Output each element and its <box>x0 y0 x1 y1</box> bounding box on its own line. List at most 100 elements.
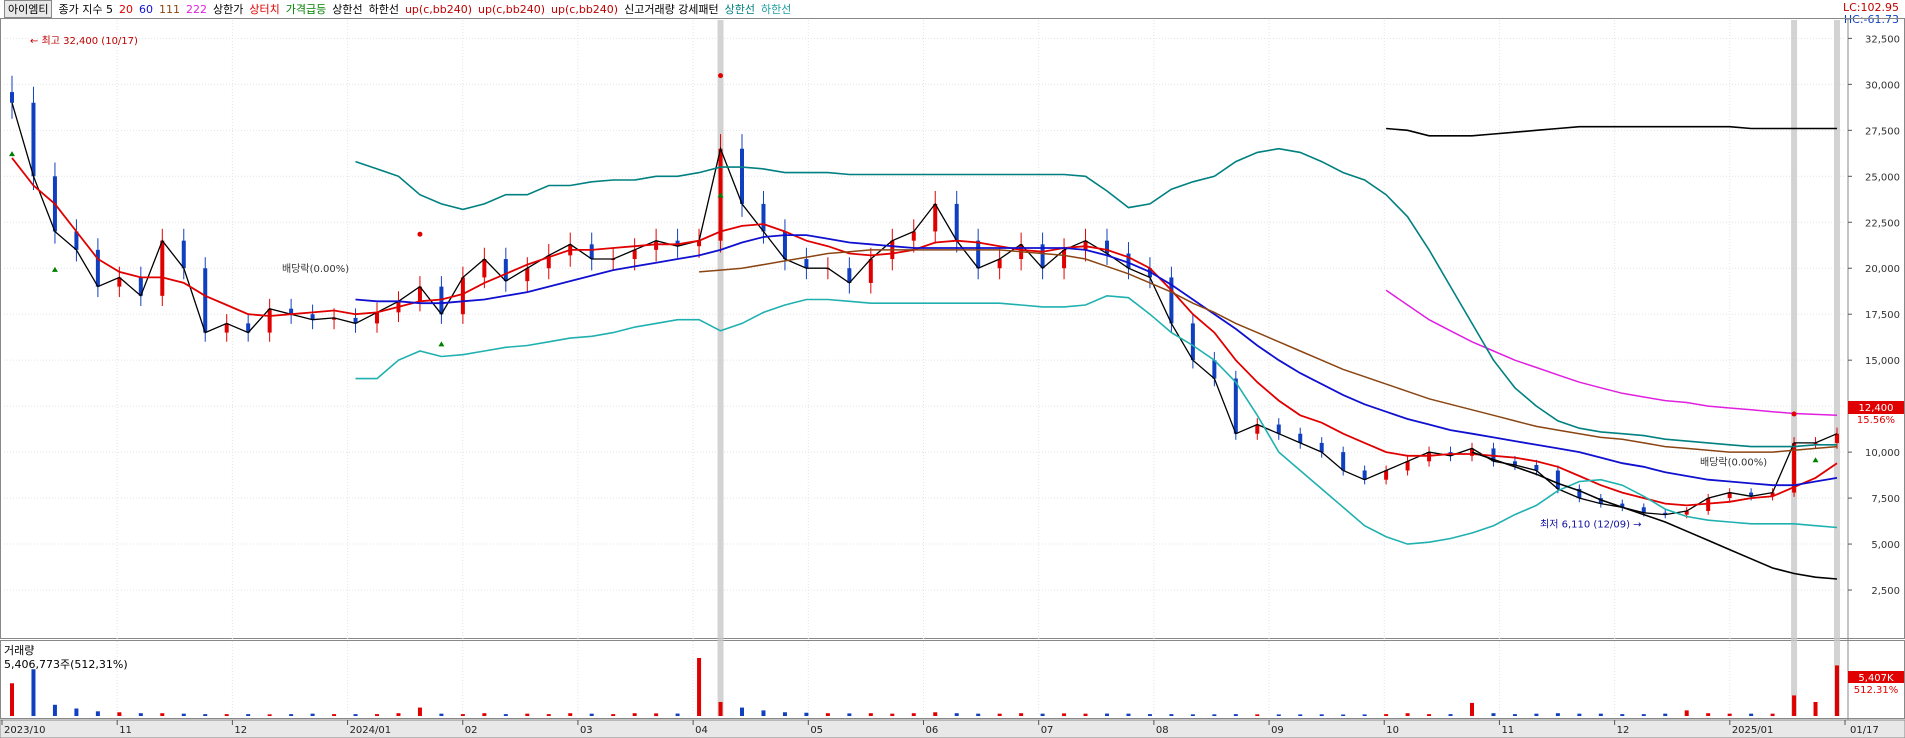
volume-bar <box>1362 714 1367 716</box>
upper-touch-marker <box>417 231 423 237</box>
volume-bar <box>1727 713 1732 716</box>
volume-bar <box>353 714 358 716</box>
price-tick-label: 32,500 <box>1865 34 1900 45</box>
low-annotation: 최저 6,110 (12/09) → <box>1540 519 1642 531</box>
candle-body <box>503 259 508 282</box>
date-tick-label: 05 <box>810 725 823 736</box>
volume-pane-frame <box>0 640 1905 719</box>
price-tick-label: 22,500 <box>1865 218 1900 229</box>
volume-bar <box>1341 714 1346 716</box>
price-tick-label: 5,000 <box>1871 540 1900 551</box>
candle-body <box>31 102 36 177</box>
series-line-0 <box>11 102 1838 516</box>
candle-body <box>95 249 100 287</box>
event-highlight-bar <box>717 20 724 716</box>
volume-bar <box>1405 713 1410 716</box>
volume-bar <box>954 713 959 716</box>
date-tick-label: 07 <box>1041 725 1054 736</box>
candle-body <box>224 323 229 333</box>
volume-bar <box>1105 713 1109 716</box>
candle-body <box>1212 360 1217 379</box>
candle-body <box>976 240 981 269</box>
volume-bar <box>1298 714 1303 716</box>
date-tick-label: 06 <box>926 725 939 736</box>
event-highlight-bar <box>1834 20 1840 716</box>
candle-body <box>933 203 938 232</box>
volume-bar <box>117 712 122 716</box>
candle-body <box>10 92 14 103</box>
series-line-1 <box>11 157 1838 507</box>
volume-bar <box>1684 710 1689 716</box>
volume-bar <box>1147 714 1152 716</box>
candle-body <box>203 268 208 333</box>
candle-body <box>482 259 487 278</box>
volume-bar <box>1427 714 1432 716</box>
candle-body <box>1835 433 1839 443</box>
candle-body <box>804 259 809 269</box>
volume-bar <box>825 713 830 716</box>
candle-body <box>1105 240 1109 254</box>
volume-bar <box>289 714 294 716</box>
candle-body <box>1384 470 1389 480</box>
series-line-4 <box>1385 289 1838 417</box>
price-tick-label: 25,000 <box>1865 172 1900 183</box>
volume-bar <box>246 714 251 716</box>
volume-bar <box>933 712 938 716</box>
volume-bar <box>1126 713 1131 716</box>
volume-bar <box>10 683 14 716</box>
candle-body <box>1341 452 1346 471</box>
volume-bar <box>1384 714 1389 716</box>
buy-signal-marker <box>51 266 58 272</box>
volume-bar <box>1749 713 1754 716</box>
volume-bar <box>138 713 143 716</box>
volume-bar <box>1019 713 1024 716</box>
candle-body <box>460 277 465 315</box>
volume-bar <box>1663 713 1668 716</box>
price-tick-label: 30,000 <box>1865 80 1900 91</box>
date-tick-label: 12 <box>234 725 247 736</box>
volume-bar <box>654 713 659 716</box>
price-pane-frame <box>0 18 1905 639</box>
price-chart[interactable]: 32,500 30,000 27,500 25,000 22,500 20,000 17,5… <box>0 0 1905 738</box>
volume-bar <box>439 713 444 716</box>
candle-body <box>160 240 165 296</box>
volume-bar <box>1512 714 1517 716</box>
candle-body <box>740 148 744 204</box>
candle-body <box>1405 461 1410 471</box>
volume-bar <box>1770 713 1775 716</box>
volume-bar <box>1813 701 1818 716</box>
price-tick-label: 7,500 <box>1871 494 1900 505</box>
volume-bar <box>1706 713 1711 716</box>
volume-bar <box>1577 713 1582 716</box>
price-tick-label: 15,000 <box>1865 356 1900 367</box>
candle-body <box>375 312 379 324</box>
candle-body <box>1126 253 1131 269</box>
candle-body <box>868 259 873 283</box>
last-volume-label: 5,407K <box>1858 673 1894 684</box>
volume-bar <box>1233 714 1238 716</box>
price-tick-label: 27,500 <box>1865 126 1900 137</box>
volume-bar <box>417 707 422 716</box>
buy-signal-marker <box>9 151 15 157</box>
price-tick-label: 10,000 <box>1865 448 1900 459</box>
volume-bar <box>976 713 981 716</box>
volume-bar <box>1212 714 1217 716</box>
date-tick-label: 2025/01 <box>1732 725 1774 736</box>
volume-bar <box>203 714 208 716</box>
volume-bar <box>1255 714 1260 716</box>
volume-bar <box>868 713 873 716</box>
candle-body <box>1190 323 1195 361</box>
high-annotation: ← 최고 32,400 (10/17) <box>30 35 138 47</box>
volume-bar <box>160 713 165 716</box>
volume-bar <box>52 704 57 716</box>
volume-bar <box>1835 665 1839 716</box>
date-tick-label: 08 <box>1156 725 1169 736</box>
candle-body <box>1362 470 1367 480</box>
volume-bar <box>1792 695 1797 716</box>
date-tick-label: 10 <box>1386 725 1399 736</box>
volume-bar <box>589 713 594 716</box>
upper-touch-marker <box>718 73 724 79</box>
volume-bar <box>804 712 809 716</box>
date-tick-label: 11 <box>119 725 132 736</box>
volume-bar <box>525 713 530 716</box>
